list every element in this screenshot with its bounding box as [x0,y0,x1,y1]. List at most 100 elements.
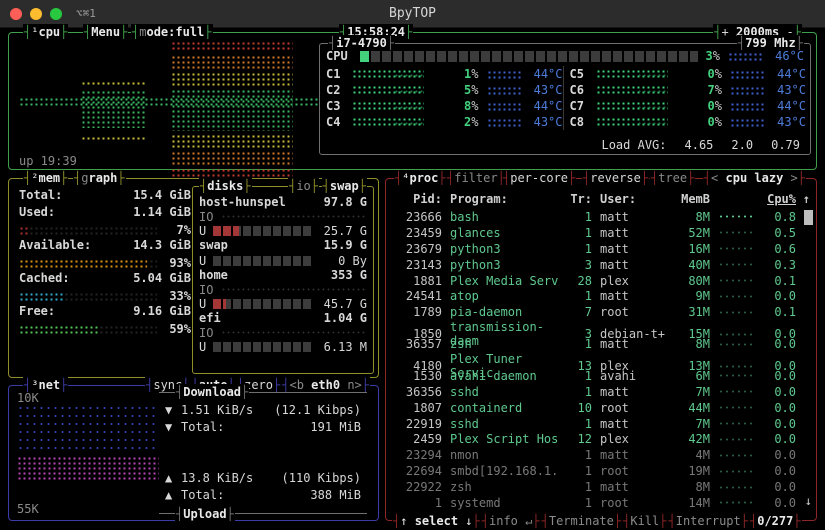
process-cpu-graph [718,341,756,348]
interrupt-button[interactable]: Interrupt [667,513,749,529]
info-button[interactable]: info ↵ [481,513,541,529]
disk-io-row: IO [199,210,367,223]
process-row[interactable]: 23666 bash 1 matt 8M 0.8 [394,209,810,225]
core-usage-graph [352,69,424,79]
disk-entry: efi 1.04 G IO U 6.13 M [199,311,367,354]
core-temp-graph [730,118,764,127]
process-row[interactable]: 1850 transmission-daem 3 debian-t+ 15M 0… [394,320,810,336]
process-cpu-graph [718,277,756,284]
core-usage-graph [352,101,424,111]
process-cpu-graph [718,261,756,268]
process-row[interactable]: 1530 avahi-daemon 1 avahi 6M 0.0 [394,368,810,384]
process-cpu-graph [718,213,756,220]
proc-header-row: Pid: Program: Tr: User: MemB Cpu% ↑ [394,191,810,207]
tab-mem[interactable]: ²mem [23,170,68,186]
proc-filter-toggle[interactable]: filter [446,170,506,186]
net-stats-panel: Download ▼ 1.51 KiB/s(12.1 Kibps) ▼ Tota… [159,392,367,514]
process-cpu-graph [718,293,756,300]
sort-prev-icon[interactable]: < [711,171,718,185]
core-usage-graph [596,85,668,95]
mem-meter: 33% [19,288,191,304]
disk-used-row: U 25.7 G [199,223,367,238]
disks-io-toggle[interactable]: io [288,178,319,194]
proc-box: ⁴proc filter per-core reverse tree < cpu… [385,178,817,521]
core-usage-graph [596,69,668,79]
proc-percore-toggle[interactable]: per-core [502,170,576,186]
tab-disks[interactable]: disks [199,178,252,194]
proc-scrollbar-thumb[interactable] [804,210,813,225]
scroll-down-icon[interactable]: ↓ [805,494,812,508]
cpu-core-row: C7 0% 44°C [570,98,807,114]
core-usage-graph [352,117,424,127]
proc-sort-selector[interactable]: < cpu lazy > [703,170,806,186]
kill-button[interactable]: Kill [622,513,667,529]
mem-meter: 59% [19,321,191,337]
process-row[interactable]: 1 systemd 1 root 14M 0.0 [394,495,810,511]
core-temp-graph [487,102,521,111]
interval-increase-icon[interactable]: + [721,25,728,39]
tab-proc[interactable]: ⁴proc [394,170,447,186]
sort-next-icon[interactable]: > [791,171,798,185]
process-cpu-graph [718,245,756,252]
mem-meter: 93% [19,255,191,271]
disk-entry: swap 15.9 G U 0 By [199,238,367,268]
mem-meter: 7% [19,222,191,238]
core-temp-graph [487,70,521,79]
sort-column-cpu[interactable]: Cpu% [758,192,796,206]
upload-arrow-icon: ▲ [165,488,181,502]
disk-used-bar [213,299,313,309]
process-row[interactable]: 4180 Plex Tuner Servic 13 plex 13M 0.0 [394,352,810,368]
process-row[interactable]: 24541 atop 1 matt 9M 0.0 [394,288,810,304]
process-cpu-graph [718,499,756,506]
process-row[interactable]: 23679 python3 1 matt 16M 0.6 [394,241,810,257]
sort-direction-icon[interactable]: ↑ [796,192,810,206]
proc-tree-toggle[interactable]: tree [650,170,695,186]
disk-used-bar [213,226,313,236]
disk-io-row: IO [199,326,367,339]
process-cpu-graph [718,372,756,379]
process-row[interactable]: 1789 pia-daemon 7 root 31M 0.1 [394,304,810,320]
core-temp-graph [487,118,521,127]
cpu-box: ¹cpu Menu mode:full 15:58:24 + 2000ms - … [8,32,817,170]
cpu-core-row: C5 0% 44°C [570,66,807,82]
net-download-scale: 10K [17,391,39,405]
process-row[interactable]: 36356 sshd 1 matt 7M 0.0 [394,384,810,400]
mem-stat: Free: 9.16 GiB 59% [19,304,191,337]
upload-label: Upload [175,506,235,522]
process-count: 0/277 [749,513,802,529]
menu-button[interactable]: Menu [83,24,128,40]
process-row[interactable]: 22919 sshd 1 matt 7M 0.0 [394,416,810,432]
download-speed-row: ▼ 1.51 KiB/s(12.1 Kibps) [165,401,361,418]
process-row[interactable]: 1881 Plex Media Serv 28 plex 80M 0.1 [394,273,810,289]
process-row[interactable]: 23294 nmon 1 matt 4M 0.0 [394,447,810,463]
cpu-detail-subbox: i7-4790 799 Mhz CPU 3% 46°C C1 1% 44°C C… [319,43,811,155]
download-label: Download [175,384,249,400]
process-row[interactable]: 22694 smbd[192.168.1. 1 root 19M 0.0 [394,463,810,479]
tab-cpu[interactable]: ¹cpu [23,24,68,40]
process-cpu-graph [718,420,756,427]
process-cpu-graph [718,468,756,475]
mem-graph-toggle[interactable]: graph [73,170,126,186]
mode-toggle[interactable]: mode:full [131,24,213,40]
process-row[interactable]: 23459 glances 1 matt 52M 0.5 [394,225,810,241]
disks-swap-toggle[interactable]: swap [322,178,367,194]
process-row[interactable]: 22922 zsh 1 matt 8M 0.0 [394,479,810,495]
process-cpu-graph [718,452,756,459]
cpu-total-bar [360,51,698,62]
process-row[interactable]: 1807 containerd 10 root 44M 0.0 [394,400,810,416]
disk-used-bar [213,256,313,266]
net-interface-selector[interactable]: <b eth0 n> [281,377,370,393]
select-control[interactable]: ↑ select ↓ [392,513,481,529]
core-temp-graph [730,86,764,95]
process-row[interactable]: 36357 zsh 1 matt 8M 0.0 [394,336,810,352]
load-average: Load AVG:4.652.00.79 [601,138,800,152]
mem-box: ²mem graph Total: 15.4 GiB Used: 1.14 Gi… [8,178,379,378]
cpu-core-row: C1 1% 44°C [326,66,563,82]
disk-used-row: U 6.13 M [199,339,367,354]
core-temp-graph [730,70,764,79]
terminate-button[interactable]: Terminate [541,513,623,529]
process-row[interactable]: 23143 python3 3 matt 40M 0.3 [394,257,810,273]
proc-reverse-toggle[interactable]: reverse [582,170,649,186]
process-row[interactable]: 2459 Plex Script Hos 12 plex 42M 0.0 [394,431,810,447]
disk-entry: host-hunspel 97.8 G IO U 25.7 G [199,195,367,238]
